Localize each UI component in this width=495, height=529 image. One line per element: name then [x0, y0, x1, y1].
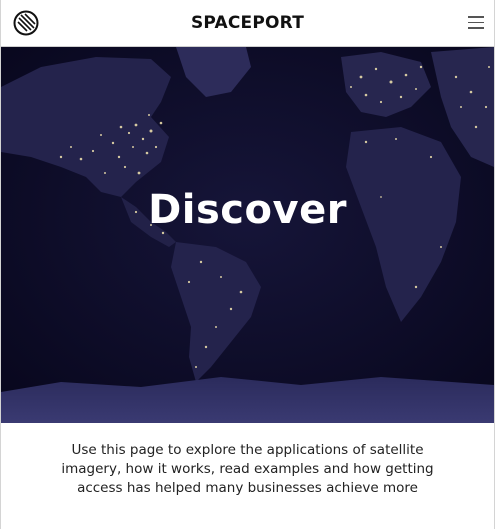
menu-line: [468, 21, 484, 23]
top-navigation-bar: SPACEPORT: [1, 0, 494, 47]
menu-line: [468, 27, 484, 29]
menu-line: [468, 16, 484, 18]
hamburger-menu-icon[interactable]: [468, 16, 484, 30]
brand-title[interactable]: SPACEPORT: [1, 13, 494, 33]
hero-title: Discover: [148, 187, 347, 233]
intro-paragraph: Use this page to explore the application…: [61, 442, 434, 496]
night-earth-image: [1, 47, 494, 423]
hero-banner: Discover: [1, 47, 494, 423]
page: SPACEPORT Discover Use this page to expl…: [0, 0, 495, 529]
